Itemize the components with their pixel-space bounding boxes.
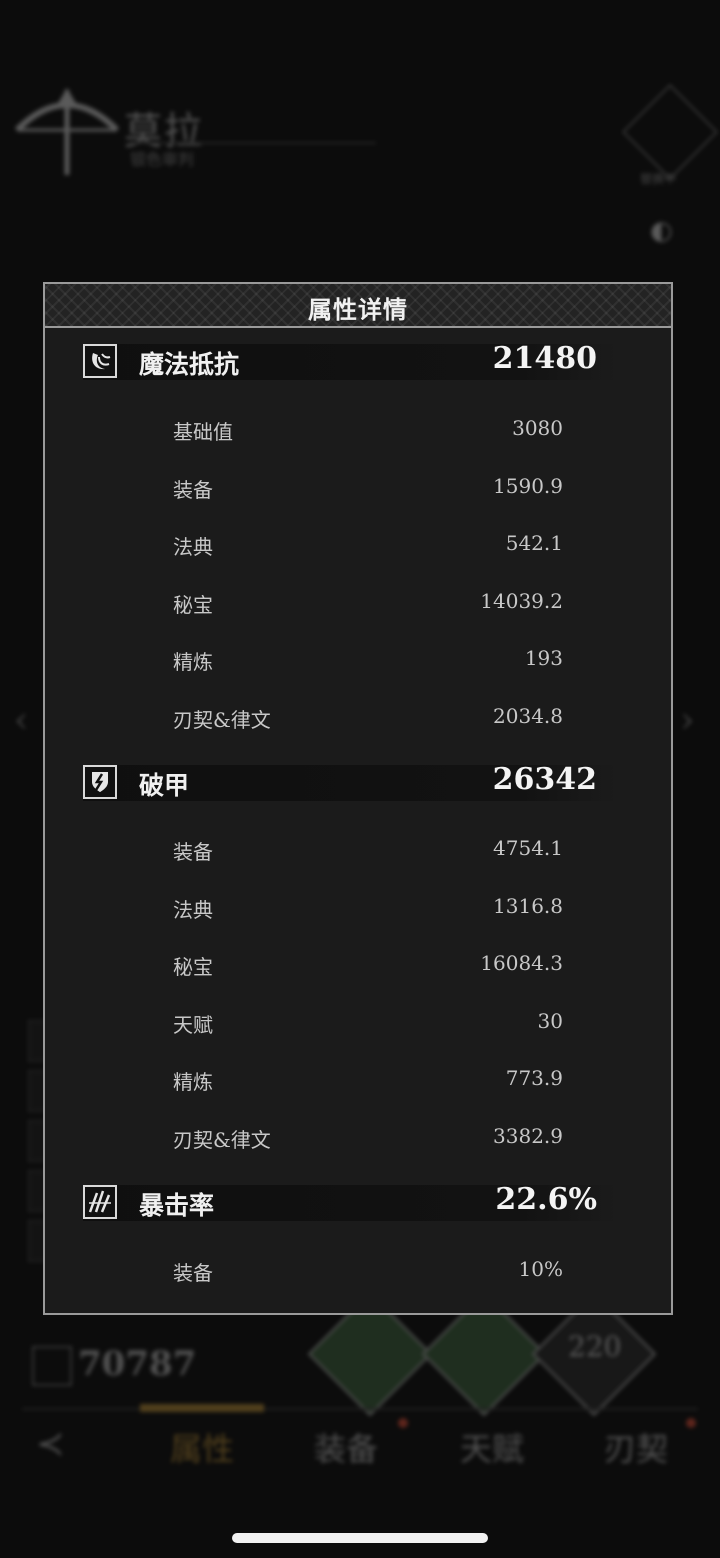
stat-row: 刃契&律文 2034.8 bbox=[173, 704, 563, 734]
armor-break-icon bbox=[83, 765, 117, 799]
section-magic-resist: 魔法抵抗 21480 bbox=[83, 341, 617, 380]
tab-blade-pact[interactable]: 刃契 bbox=[604, 1424, 668, 1470]
level-value: 220 bbox=[568, 1330, 622, 1363]
notification-dot bbox=[686, 1418, 696, 1428]
stat-label: 精炼 bbox=[173, 650, 213, 674]
stat-row: 装备 10% bbox=[173, 1257, 563, 1287]
stat-label: 基础值 bbox=[173, 420, 233, 444]
stat-value: 542.1 bbox=[505, 531, 563, 555]
stat-value: 14039.2 bbox=[480, 589, 563, 613]
tab-attributes[interactable]: 属性 bbox=[170, 1424, 234, 1470]
magic-resist-icon bbox=[83, 344, 117, 378]
stat-label: 装备 bbox=[173, 840, 213, 864]
stat-value: 4754.1 bbox=[493, 836, 563, 860]
stat-label: 装备 bbox=[173, 1261, 213, 1285]
section-total: 26342 bbox=[492, 762, 597, 797]
tabs-divider bbox=[22, 1408, 698, 1410]
stat-value: 10% bbox=[518, 1257, 563, 1281]
stat-row: 精炼 193 bbox=[173, 646, 563, 676]
stat-value: 1590.9 bbox=[493, 474, 563, 498]
stat-row: 装备 1590.9 bbox=[173, 474, 563, 504]
name-divider bbox=[130, 142, 376, 144]
back-icon[interactable]: ≺ bbox=[36, 1424, 65, 1464]
tab-equipment[interactable]: 装备 bbox=[314, 1424, 378, 1470]
stat-label: 法典 bbox=[173, 898, 213, 922]
stat-value: 16084.3 bbox=[480, 951, 563, 975]
stat-value: 773.9 bbox=[505, 1066, 563, 1090]
stat-row: 法典 542.1 bbox=[173, 531, 563, 561]
stat-label: 天赋 bbox=[173, 1013, 213, 1037]
section-total: 22.6% bbox=[495, 1182, 597, 1217]
modal-title: 属性详情 bbox=[308, 295, 408, 324]
stat-value: 30 bbox=[537, 1009, 563, 1033]
section-armor-break: 破甲 26342 bbox=[83, 762, 617, 801]
swap-label: 替换中 bbox=[640, 172, 677, 186]
crit-rate-icon bbox=[83, 1185, 117, 1219]
stat-label: 精炼 bbox=[173, 1070, 213, 1094]
stat-row: 天赋 30 bbox=[173, 1009, 563, 1039]
modal-header: 属性详情 bbox=[45, 284, 671, 328]
power-icon bbox=[32, 1346, 72, 1386]
stat-value: 3382.9 bbox=[493, 1124, 563, 1148]
power-value: 70787 bbox=[78, 1344, 197, 1384]
stat-label: 秘宝 bbox=[173, 593, 213, 617]
stat-row: 秘宝 14039.2 bbox=[173, 589, 563, 619]
stat-row: 基础值 3080 bbox=[173, 416, 563, 446]
stat-label: 刃契&律文 bbox=[173, 1128, 271, 1152]
stat-row: 精炼 773.9 bbox=[173, 1066, 563, 1096]
notification-dot bbox=[398, 1418, 408, 1428]
stat-row: 秘宝 16084.3 bbox=[173, 951, 563, 981]
stat-value: 1316.8 bbox=[493, 894, 563, 918]
stat-row: 装备 4754.1 bbox=[173, 836, 563, 866]
stat-label: 刃契&律文 bbox=[173, 708, 271, 732]
stat-label: 秘宝 bbox=[173, 955, 213, 979]
home-indicator[interactable] bbox=[232, 1533, 488, 1543]
section-crit-rate: 暴击率 22.6% bbox=[83, 1182, 617, 1221]
section-label: 魔法抵抗 bbox=[139, 350, 240, 379]
stat-label: 装备 bbox=[173, 478, 213, 502]
stat-row: 法典 1316.8 bbox=[173, 894, 563, 924]
section-label: 破甲 bbox=[139, 771, 190, 800]
active-tab-indicator bbox=[140, 1404, 264, 1412]
swap-character-button[interactable] bbox=[621, 83, 719, 181]
stat-row: 刃契&律文 3382.9 bbox=[173, 1124, 563, 1154]
next-character-icon[interactable]: › bbox=[680, 700, 694, 741]
stat-value: 3080 bbox=[512, 416, 563, 440]
section-total: 21480 bbox=[492, 341, 597, 376]
tab-talent[interactable]: 天赋 bbox=[460, 1424, 524, 1470]
bow-emblem-icon bbox=[14, 88, 120, 175]
voice-icon[interactable]: ◐ bbox=[650, 216, 680, 246]
prev-character-icon[interactable]: ‹ bbox=[14, 700, 28, 741]
stat-label: 法典 bbox=[173, 535, 213, 559]
section-label: 暴击率 bbox=[139, 1191, 215, 1220]
attribute-details-modal: 属性详情 魔法抵抗 21480 基础值 3080 装备 1590.9 法典 542.1… bbox=[43, 282, 673, 1315]
stat-value: 2034.8 bbox=[493, 704, 563, 728]
character-subtitle: 银色审判 bbox=[130, 150, 195, 169]
stat-value: 193 bbox=[524, 646, 563, 670]
